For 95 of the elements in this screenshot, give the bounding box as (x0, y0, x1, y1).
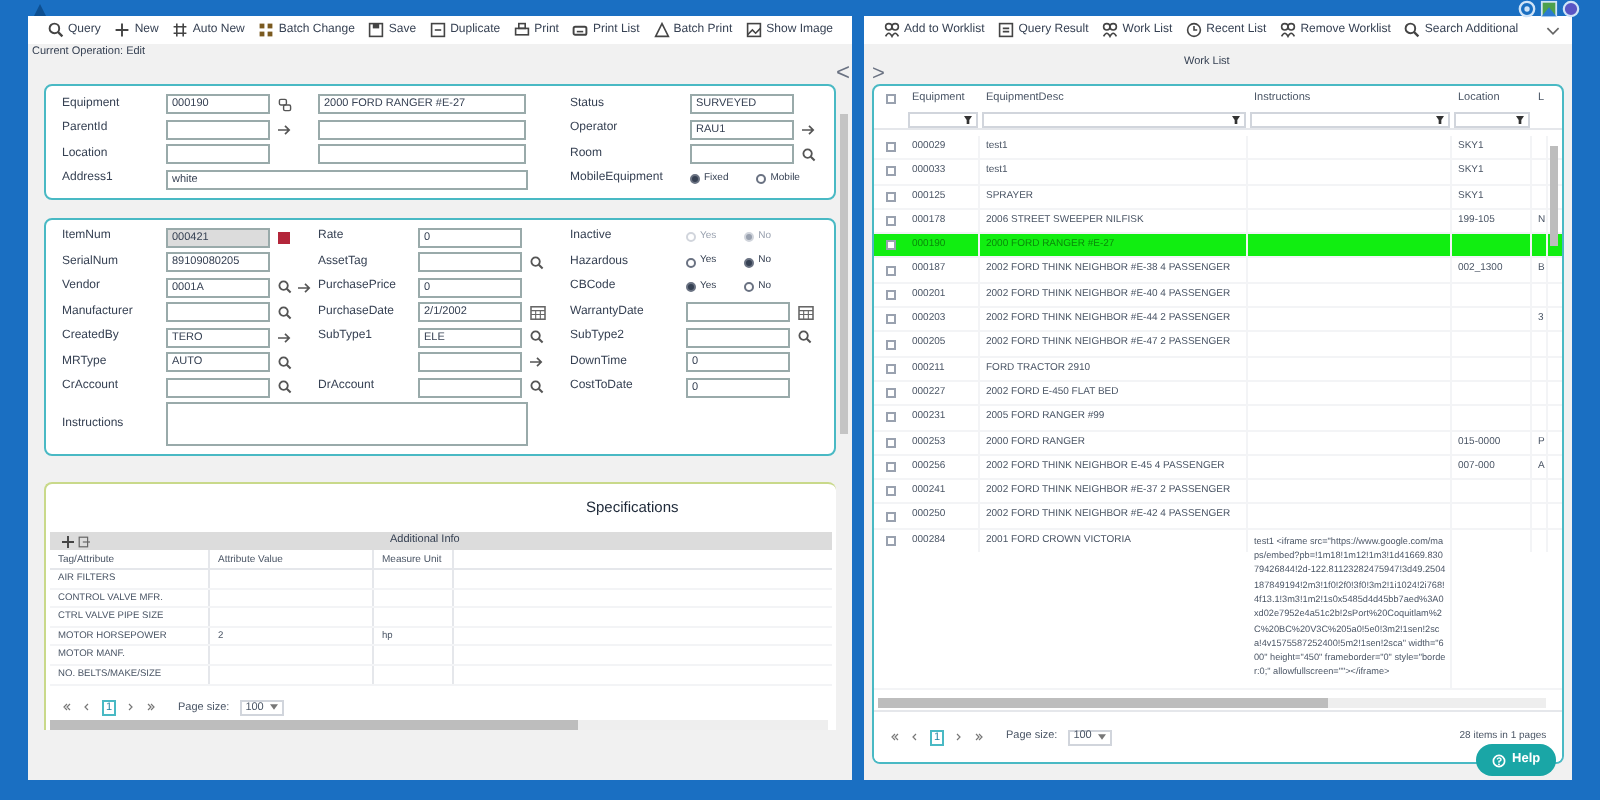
search-icon[interactable] (278, 280, 292, 294)
search-icon[interactable] (278, 355, 292, 369)
ring-icon[interactable] (1518, 0, 1536, 18)
checkbox[interactable] (885, 265, 895, 276)
input-field[interactable] (318, 144, 526, 164)
warning-icon (653, 22, 670, 38)
scrollbar[interactable] (878, 698, 1547, 708)
input-field[interactable] (686, 327, 790, 347)
caret-down-icon[interactable] (1097, 734, 1106, 740)
search-icon (1404, 22, 1421, 38)
checkbox[interactable] (885, 535, 895, 546)
search-icon[interactable] (278, 380, 292, 394)
checkbox[interactable] (885, 240, 895, 251)
checkbox[interactable] (885, 388, 895, 399)
input-field[interactable] (686, 302, 790, 322)
first-page-icon[interactable] (62, 702, 72, 713)
input-field[interactable] (318, 119, 526, 139)
input-field[interactable] (690, 144, 794, 164)
arrow-icon[interactable] (278, 123, 292, 135)
input-field[interactable] (166, 144, 270, 164)
save-icon (368, 22, 385, 38)
search-icon[interactable] (802, 147, 816, 161)
checkbox[interactable] (885, 486, 895, 497)
filter-icon[interactable] (1232, 115, 1240, 123)
checkbox[interactable] (885, 339, 895, 350)
search-icon[interactable] (530, 330, 544, 344)
export-icon[interactable] (78, 535, 90, 547)
scrollbar[interactable] (840, 114, 848, 434)
search-icon[interactable] (278, 305, 292, 319)
printer-icon (572, 22, 589, 38)
arrow-icon[interactable] (802, 123, 816, 135)
scrollbar[interactable] (50, 720, 828, 730)
chain-icon[interactable] (278, 97, 292, 111)
scrollbar[interactable] (1550, 146, 1559, 246)
plus-icon[interactable] (62, 535, 74, 547)
search-icon[interactable] (530, 380, 544, 394)
document-icon (998, 22, 1015, 38)
plus-icon (114, 22, 131, 38)
square-icon[interactable] (278, 231, 290, 243)
checkbox[interactable] (885, 511, 895, 522)
checkbox[interactable] (885, 363, 895, 374)
filter-field[interactable] (982, 111, 1246, 127)
ring-icon[interactable] (1562, 0, 1580, 18)
search-icon (48, 22, 64, 38)
checkbox[interactable] (885, 191, 895, 202)
checkbox[interactable] (885, 216, 895, 227)
filter-field[interactable] (908, 111, 978, 127)
arrow-icon[interactable] (278, 331, 292, 343)
caret-down-icon[interactable] (269, 704, 278, 711)
input-field[interactable] (166, 302, 270, 322)
calendar-icon[interactable] (530, 305, 546, 319)
first-page-icon[interactable] (890, 732, 900, 742)
next-page-icon[interactable] (126, 702, 136, 713)
printer-icon (514, 22, 531, 38)
filter-icon[interactable] (1436, 115, 1444, 123)
collapse-arrow[interactable]: < (835, 60, 850, 84)
checkbox[interactable] (885, 142, 895, 153)
previous-page-icon[interactable] (910, 732, 920, 742)
checkbox[interactable] (885, 314, 895, 325)
filter-field[interactable] (1250, 111, 1450, 127)
search-icon[interactable] (530, 255, 544, 269)
arrow-icon[interactable] (298, 281, 312, 293)
previous-page-icon[interactable] (82, 702, 92, 713)
filter-icon[interactable] (1516, 115, 1524, 123)
expand-arrow[interactable]: > (872, 64, 885, 86)
filter-field[interactable] (1454, 111, 1530, 127)
filter-icon[interactable] (964, 115, 972, 123)
clock-icon (1186, 22, 1203, 38)
document-icon (430, 22, 447, 38)
input-field[interactable] (166, 377, 270, 397)
search-icon[interactable] (798, 330, 812, 344)
last-page-icon[interactable] (974, 732, 984, 742)
chevron-down-icon[interactable] (1546, 25, 1561, 35)
input-field[interactable] (418, 377, 522, 397)
help-icon (1492, 753, 1507, 767)
people-icon (1102, 22, 1119, 38)
grid-icon (172, 22, 189, 38)
next-page-icon[interactable] (954, 732, 964, 742)
checkbox[interactable] (885, 166, 895, 177)
calendar-icon[interactable] (798, 305, 814, 319)
input-field[interactable] (166, 119, 270, 139)
arrow-icon[interactable] (530, 356, 544, 368)
image-icon (746, 22, 763, 38)
checkbox[interactable] (885, 462, 895, 472)
people-icon (884, 22, 900, 38)
last-page-icon[interactable] (146, 702, 156, 713)
picture-icon[interactable] (1540, 0, 1558, 18)
people-icon (1280, 22, 1297, 38)
input-field[interactable] (418, 352, 522, 372)
blocks-icon (258, 22, 275, 38)
checkbox[interactable] (885, 412, 895, 423)
input-field[interactable] (418, 252, 522, 272)
checkbox[interactable] (885, 437, 895, 448)
checkbox[interactable] (885, 93, 895, 103)
checkbox[interactable] (885, 289, 895, 300)
